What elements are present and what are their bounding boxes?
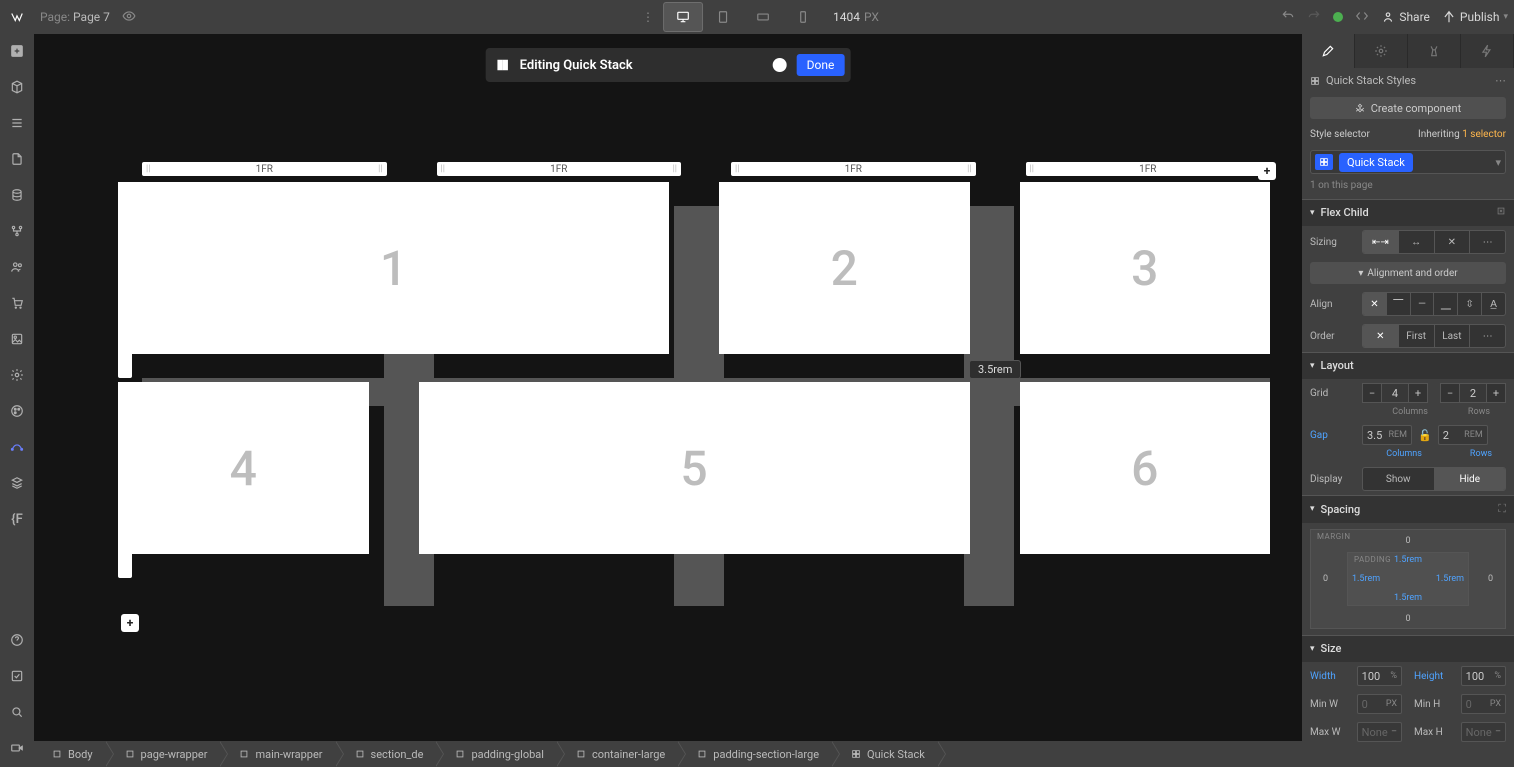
assets-icon[interactable]	[6, 328, 28, 350]
done-button[interactable]: Done	[797, 54, 845, 76]
logic-icon[interactable]	[6, 220, 28, 242]
chevron-down-icon[interactable]: ▾	[1495, 156, 1501, 169]
users-icon[interactable]	[6, 256, 28, 278]
crumb-item[interactable]: section_de	[337, 741, 438, 767]
column-size-label[interactable]: 1FR	[731, 162, 976, 176]
style-manager-tab[interactable]	[1408, 34, 1461, 68]
grid-cell[interactable]: 1	[118, 182, 669, 354]
selector-input[interactable]: Quick Stack ▾	[1310, 150, 1506, 174]
breakpoint-tablet[interactable]	[703, 2, 743, 32]
grid-cell[interactable]: 2	[719, 182, 970, 354]
instances-count: 1 on this page	[1302, 178, 1514, 199]
edit-banner-toggle[interactable]	[773, 58, 787, 72]
preview-icon[interactable]	[122, 9, 136, 26]
add-row-button[interactable]: +	[121, 614, 139, 632]
grid-cell[interactable]: 3	[1020, 182, 1271, 354]
section-flex-child[interactable]: ▾Flex Child	[1302, 199, 1514, 226]
grid-rows-stepper[interactable]: −2+	[1440, 383, 1506, 403]
crumb-item[interactable]: main-wrapper	[221, 741, 336, 767]
redo-button[interactable]	[1307, 9, 1321, 26]
navigator-icon[interactable]	[6, 112, 28, 134]
audit-icon[interactable]	[6, 665, 28, 687]
spacing-editor[interactable]: MARGIN 0 0 0 0 PADDING 1.5rem 1.5rem 1.5…	[1310, 529, 1506, 629]
height-input[interactable]: 100%	[1461, 666, 1506, 686]
grid-columns-stepper[interactable]: −4+	[1362, 383, 1428, 403]
column-size-label[interactable]: 1FR	[437, 162, 682, 176]
grid-cell[interactable]: 6	[1020, 382, 1271, 554]
grid-icon	[1315, 154, 1333, 170]
cms-icon[interactable]	[6, 184, 28, 206]
crumb-item[interactable]: Quick Stack	[833, 741, 939, 767]
sizing-buttons[interactable]: ⇤⇥↔✕⋯	[1362, 230, 1506, 254]
alignment-toggle[interactable]: ▾ Alignment and order	[1310, 262, 1506, 284]
crumb-item[interactable]: Body	[34, 741, 107, 767]
ecommerce-icon[interactable]	[6, 292, 28, 314]
edit-mode-banner: Editing Quick Stack Done	[486, 48, 851, 82]
section-spacing[interactable]: ▾Spacing⛶	[1302, 495, 1514, 523]
gap-columns-input[interactable]: 3.5REM	[1362, 425, 1412, 445]
webflow-logo[interactable]	[0, 0, 34, 34]
class-tag[interactable]: Quick Stack	[1339, 153, 1413, 172]
crumb-item[interactable]: container-large	[558, 741, 679, 767]
add-column-button[interactable]: +	[1258, 162, 1276, 180]
column-size-label[interactable]: 1FR	[142, 162, 387, 176]
maxw-input[interactable]: None–	[1357, 722, 1402, 742]
section-size[interactable]: ▾Size	[1302, 635, 1514, 662]
styles-icon[interactable]	[6, 400, 28, 422]
width-input[interactable]: 100%	[1357, 666, 1402, 686]
breakpoint-mobile-landscape[interactable]	[743, 2, 783, 32]
grid-cell[interactable]: 5	[419, 382, 970, 554]
minw-input[interactable]: 0PX	[1357, 694, 1402, 714]
gap-lock-icon[interactable]: 🔓	[1418, 429, 1432, 442]
gap-rows-input[interactable]: 2REM	[1438, 425, 1488, 445]
crumb-item[interactable]: padding-section-large	[679, 741, 833, 767]
order-buttons[interactable]: ✕FirstLast⋯	[1362, 324, 1506, 348]
crumb-item[interactable]: page-wrapper	[107, 741, 222, 767]
breadcrumb: Body page-wrapper main-wrapper section_d…	[34, 741, 1302, 767]
reset-icon[interactable]	[1496, 206, 1506, 219]
breakpoint-mobile[interactable]	[783, 2, 823, 32]
edit-banner-title: Editing Quick Stack	[520, 58, 633, 73]
settings-icon[interactable]	[6, 364, 28, 386]
style-selector-label: Style selector	[1310, 129, 1370, 140]
page-selector[interactable]: Page: Page 7	[40, 10, 110, 24]
search-icon[interactable]	[6, 701, 28, 723]
column-size-label[interactable]: 1FR	[1026, 162, 1271, 176]
video-icon[interactable]	[6, 737, 28, 759]
section-layout[interactable]: ▾Layout	[1302, 352, 1514, 379]
grid-cell[interactable]: 4	[118, 382, 369, 554]
breakpoint-more-icon[interactable]: ⋮	[635, 10, 663, 24]
canvas-width[interactable]: 1404PX	[833, 10, 879, 24]
share-button[interactable]: Share	[1381, 10, 1430, 24]
settings-panel-tab[interactable]	[1355, 34, 1408, 68]
display-toggle[interactable]: ShowHide	[1362, 467, 1506, 491]
style-panel-tab[interactable]	[1302, 34, 1355, 68]
undo-button[interactable]	[1281, 9, 1295, 26]
minh-input[interactable]: 0PX	[1461, 694, 1506, 714]
breakpoint-desktop[interactable]	[663, 2, 703, 32]
add-element-icon[interactable]	[6, 40, 28, 62]
more-icon[interactable]: ⋯	[1495, 74, 1506, 87]
create-component-button[interactable]: Create component	[1310, 97, 1506, 119]
crumb-item[interactable]: padding-global	[437, 741, 558, 767]
variables-icon[interactable]: {F	[6, 508, 28, 530]
styles-header: Quick Stack Styles ⋯	[1302, 68, 1514, 93]
gap-tooltip: 3.5rem	[969, 360, 1021, 379]
code-export-icon[interactable]	[1355, 9, 1369, 26]
align-buttons[interactable]: ✕⎺―⎽⇳A̲	[1362, 292, 1506, 316]
status-saved-icon	[1333, 12, 1343, 22]
interactions-tab[interactable]	[1461, 34, 1514, 68]
components-icon[interactable]	[6, 472, 28, 494]
box-icon[interactable]	[6, 76, 28, 98]
help-icon[interactable]	[6, 629, 28, 651]
publish-button[interactable]: Publish▾	[1442, 10, 1508, 24]
spacing-expand-icon[interactable]: ⛶	[1498, 502, 1506, 516]
maxh-input[interactable]: None–	[1461, 722, 1506, 742]
interactions-rail-icon[interactable]	[6, 436, 28, 458]
pages-icon[interactable]	[6, 148, 28, 170]
